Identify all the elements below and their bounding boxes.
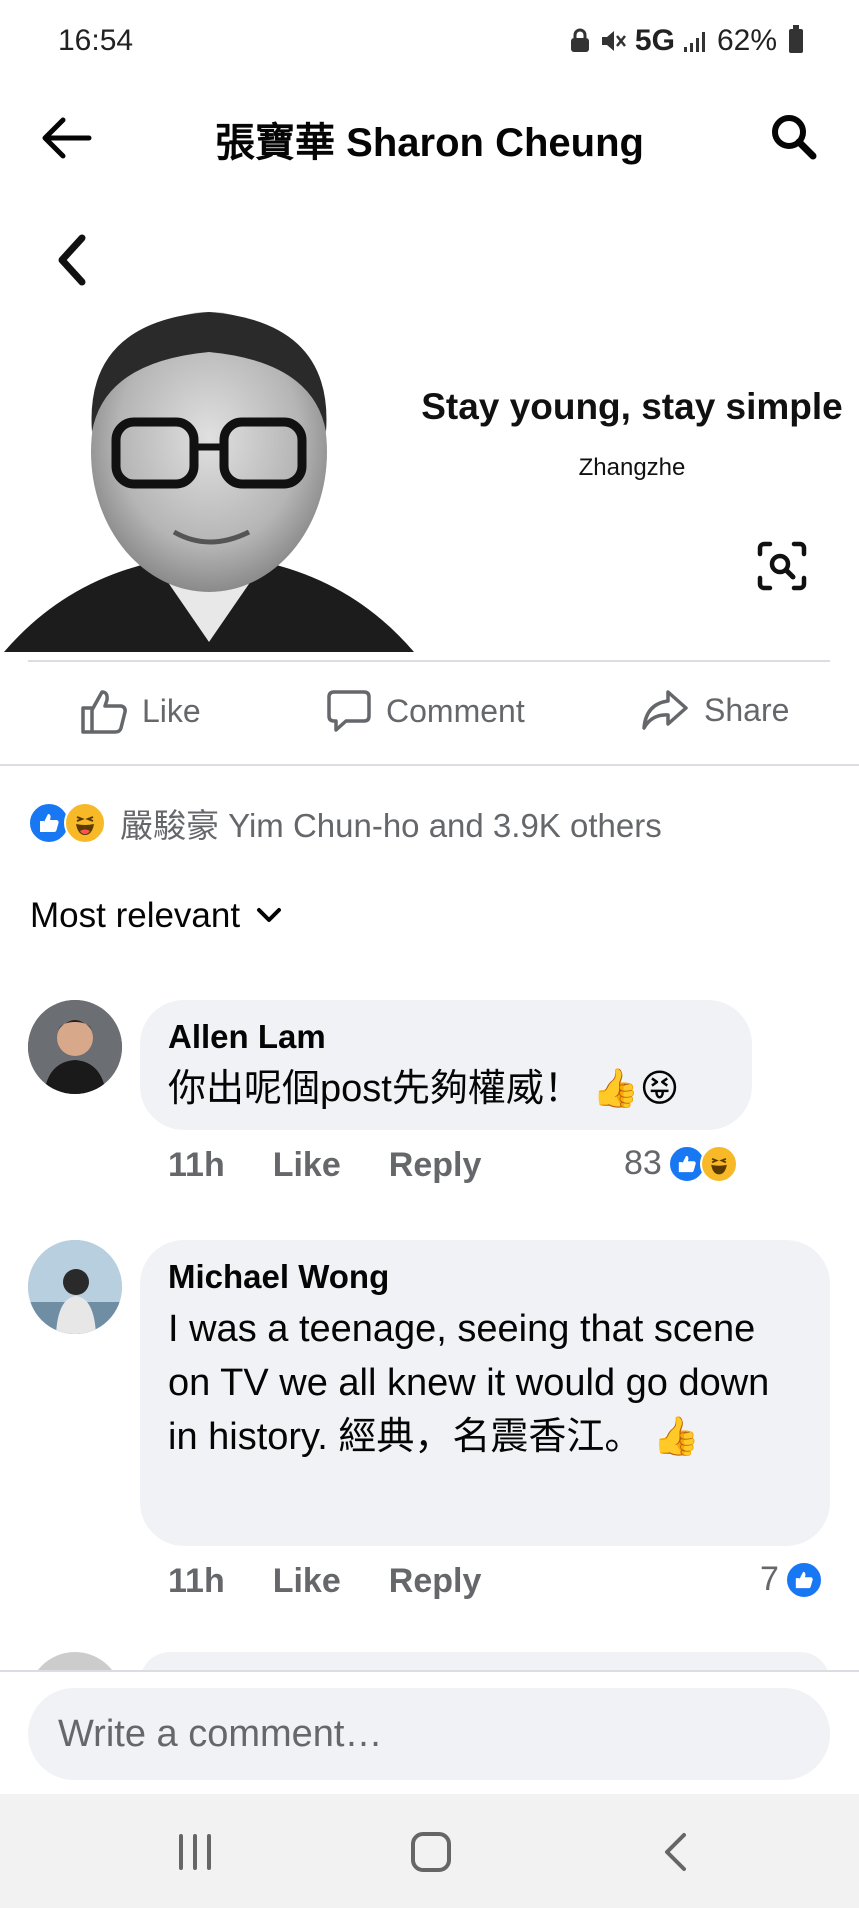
haha-reaction-icon <box>64 802 106 844</box>
comment-text: I was a teenage, seeing that scene on TV… <box>168 1308 770 1458</box>
network-label: 5G <box>634 24 675 57</box>
avatar[interactable] <box>28 1240 122 1334</box>
search-button[interactable] <box>763 106 823 166</box>
reactions-summary[interactable]: 嚴駿豪 Yim Chun-ho and 3.9K others <box>28 798 662 848</box>
system-nav-bar <box>0 1794 859 1908</box>
haha-reaction-icon <box>699 1144 738 1183</box>
thumbs-up-emoji-icon: 👍 <box>652 1416 701 1458</box>
status-time: 16:54 <box>58 24 134 57</box>
mute-icon <box>601 31 626 51</box>
photo-back-button[interactable] <box>46 230 96 290</box>
comment-author[interactable]: Allen Lam <box>168 1018 724 1056</box>
comment-input[interactable]: Write a comment… <box>28 1688 830 1780</box>
comment-icon <box>327 690 371 732</box>
page-header: 張寶華 Sharon Cheung <box>0 90 859 180</box>
comment-meta: 11h Like Reply <box>168 1146 481 1185</box>
comment-like-button[interactable]: Like <box>273 1146 341 1185</box>
battery-percent: 62% <box>716 24 777 57</box>
comment-reaction-count[interactable]: 83 <box>624 1144 738 1183</box>
share-label: Share <box>704 691 790 728</box>
visual-search-icon <box>757 541 807 591</box>
sort-dropdown[interactable]: Most relevant <box>30 896 282 936</box>
comment-label: Comment <box>386 692 525 729</box>
post-actions: Like Comment Share <box>0 660 859 766</box>
search-icon <box>772 115 817 160</box>
thumbs-up-emoji-icon: 👍 <box>592 1068 640 1110</box>
comment-reply-button[interactable]: Reply <box>389 1146 482 1185</box>
comment-bubble: Michael Wong I was a teenage, seeing tha… <box>140 1240 830 1546</box>
home-button[interactable] <box>396 1822 466 1882</box>
comment-time: 11h <box>168 1146 225 1184</box>
divider <box>0 764 859 766</box>
comment-text: 你出呢個post先夠權威！ 👍😝 <box>168 1068 680 1110</box>
reaction-count: 83 <box>624 1144 662 1182</box>
recents-button[interactable] <box>160 1822 230 1882</box>
chevron-down-icon <box>257 908 282 922</box>
like-reaction-icon <box>784 1560 823 1599</box>
comment-composer: Write a comment… <box>0 1670 859 1796</box>
comment-reply-button[interactable]: Reply <box>389 1562 482 1601</box>
comment-reaction-count[interactable]: 7 <box>760 1560 823 1599</box>
system-back-button[interactable] <box>640 1822 710 1882</box>
status-icons: 5G 62% <box>569 24 803 58</box>
like-button[interactable]: Like <box>80 688 201 734</box>
status-bar: 16:54 5G 62% <box>0 0 859 84</box>
comment-like-button[interactable]: Like <box>273 1562 341 1601</box>
lock-icon <box>570 28 589 52</box>
share-button[interactable]: Share <box>640 688 789 732</box>
recents-icon <box>179 1834 211 1870</box>
chevron-left-icon <box>665 1833 686 1871</box>
comment-meta: 11h Like Reply <box>168 1562 481 1601</box>
quote-text: Stay young, stay simple <box>421 386 843 427</box>
chevron-left-icon <box>58 234 86 286</box>
home-icon <box>411 1832 451 1872</box>
reaction-icons <box>28 802 106 844</box>
comment-time: 11h <box>168 1562 225 1600</box>
sort-label: Most relevant <box>30 896 241 935</box>
comment-bubble: Allen Lam 你出呢個post先夠權威！ 👍😝 <box>140 1000 752 1130</box>
portrait-image <box>4 312 414 652</box>
battery-icon <box>789 25 803 53</box>
post-photo[interactable]: Stay young, stay simple Zhangzhe <box>0 200 859 652</box>
reaction-count: 7 <box>760 1560 779 1598</box>
page-title: 張寶華 Sharon Cheung <box>215 121 644 165</box>
avatar[interactable] <box>28 1000 122 1094</box>
visual-search-button[interactable] <box>752 536 812 596</box>
reactions-text: 嚴駿豪 Yim Chun-ho and 3.9K others <box>120 807 662 844</box>
quote-author: Zhangzhe <box>578 454 686 481</box>
thumbs-up-icon <box>81 690 127 734</box>
comment-button[interactable]: Comment <box>326 688 525 734</box>
signal-icon <box>683 32 705 52</box>
squinting-tongue-emoji-icon: 😝 <box>639 1068 680 1110</box>
like-label: Like <box>142 692 201 729</box>
comment-author[interactable]: Michael Wong <box>168 1258 802 1296</box>
share-icon <box>642 690 688 730</box>
